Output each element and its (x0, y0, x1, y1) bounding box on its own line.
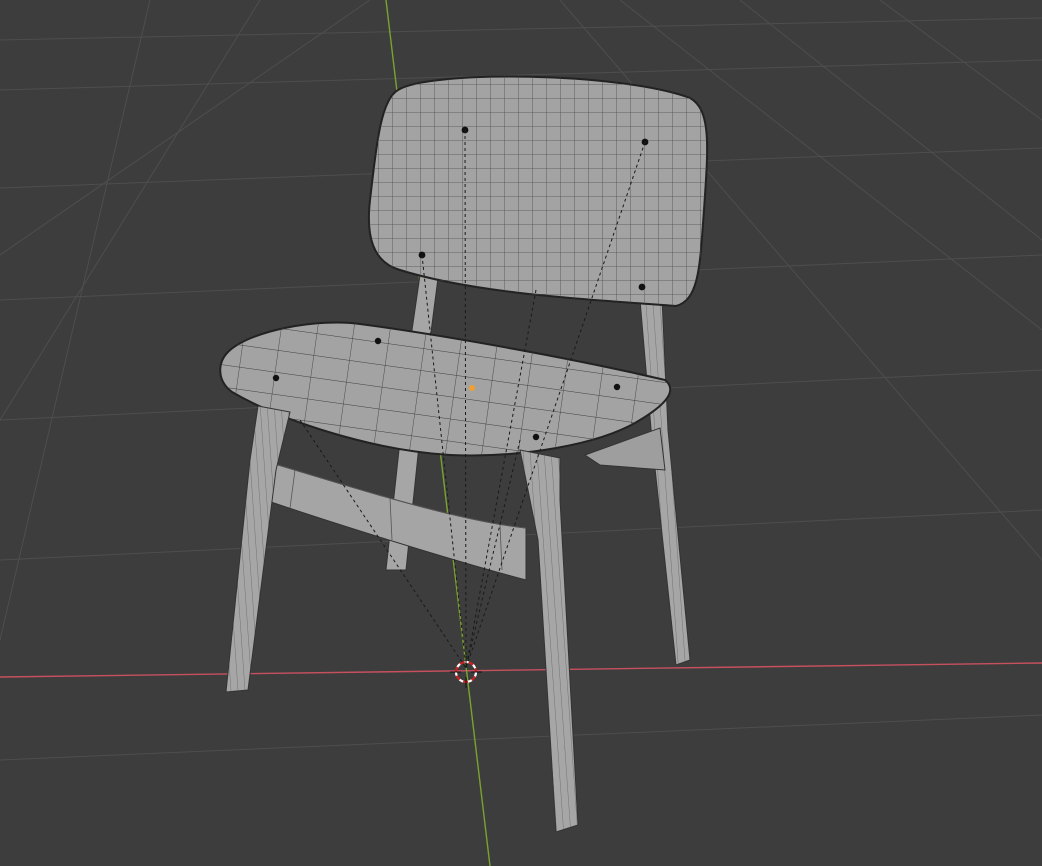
front-right-leg[interactable] (519, 449, 579, 833)
screw-icon (638, 283, 646, 291)
x-axis-line (0, 662, 1042, 678)
viewport-canvas[interactable] (0, 0, 1042, 866)
origin-dot-icon[interactable] (469, 385, 475, 391)
seat[interactable] (219, 321, 672, 457)
3d-viewport[interactable] (0, 0, 1042, 866)
screw-icon (374, 337, 382, 345)
screw-icon (613, 383, 621, 391)
screw-icon (272, 374, 280, 382)
screw-icon (532, 433, 540, 441)
backrest[interactable] (367, 75, 709, 308)
